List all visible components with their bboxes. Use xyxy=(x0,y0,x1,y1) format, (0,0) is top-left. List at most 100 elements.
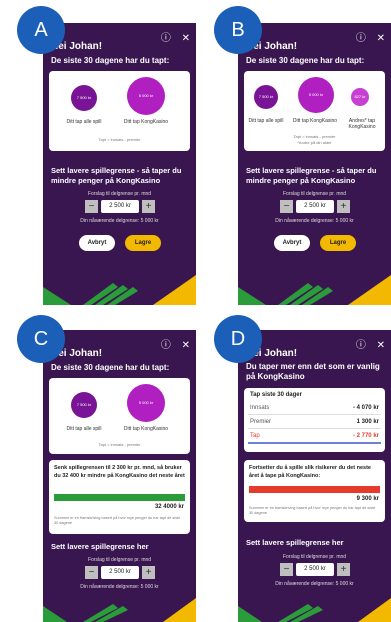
set-lower-here: Sett lavere spillegrense her xyxy=(246,538,344,547)
current-limit: Din nåværende delgrense: 5 000 kr xyxy=(80,218,159,224)
minus-button[interactable]: − xyxy=(280,563,293,576)
set-lower-heading: Sett lavere spillegrense - så taper du m… xyxy=(246,166,377,185)
decorative-stripes xyxy=(238,598,391,622)
suggestion-label: Forslag til delgrense pr. mnd xyxy=(87,191,152,197)
row-value: - 4 070 kr xyxy=(352,405,379,411)
row-value: - 2 770 kr xyxy=(352,433,379,439)
limit-stepper: − 2 500 kr + xyxy=(85,566,155,579)
decorative-stripes xyxy=(43,275,196,305)
loss-card: 7 500 kr 5 000 kr Ditt tap alle spill Di… xyxy=(49,71,190,151)
loss-kong-circle: 5 000 kr xyxy=(298,77,334,113)
loss-title: De siste 30 dagene har du tapt: xyxy=(246,56,365,65)
loss-all-label: Ditt tap alle spill xyxy=(66,119,102,125)
info-icon[interactable]: ⓘ xyxy=(356,340,366,351)
others-note: *Andre på din alder xyxy=(297,140,332,145)
close-icon[interactable]: ✕ xyxy=(182,340,190,351)
label-c-badge: C xyxy=(17,315,65,363)
table-row: Innsats - 4 070 kr xyxy=(248,402,381,415)
info-icon[interactable]: ⓘ xyxy=(161,33,171,44)
minus-button[interactable]: − xyxy=(85,200,98,213)
loss-all-label: Ditt tap alle spill xyxy=(66,426,102,432)
loss-kong-label: Ditt tap KongKasino xyxy=(123,119,169,125)
panel-a-top-icons: ⓘ ✕ xyxy=(153,29,190,44)
loss-definition: Tapt = innsats - premier xyxy=(98,137,141,142)
projection-card: Senk spillegrensen til 2 300 kr pr. mnd,… xyxy=(49,460,190,534)
panel-c: ⓘ ✕ Hei Johan! De siste 30 dagene har du… xyxy=(43,330,196,622)
save-button[interactable]: Lagre xyxy=(125,235,161,251)
limit-stepper: − 2 500 kr + xyxy=(85,200,155,213)
above-normal-heading: Du taper mer enn det som er vanlig på Ko… xyxy=(246,362,380,381)
loss-all-label: Ditt tap alle spill xyxy=(248,118,284,124)
risk-bar-fill xyxy=(249,486,380,493)
limit-value[interactable]: 2 500 kr xyxy=(101,566,139,579)
panel-a: ⓘ ✕ Hei Johan! De siste 30 dagene har du… xyxy=(43,23,196,305)
table-row: Tap - 2 770 kr xyxy=(248,430,381,444)
risk-amount: 9 300 kr xyxy=(356,496,379,502)
panel-d: ⓘ ✕ Hei Johan! Du taper mer enn det som … xyxy=(238,330,391,622)
loss-others-circle: 827 kr xyxy=(351,88,369,106)
close-icon[interactable]: ✕ xyxy=(377,33,385,44)
plus-button[interactable]: + xyxy=(142,566,155,579)
limit-value[interactable]: 2 500 kr xyxy=(101,200,139,213)
close-icon[interactable]: ✕ xyxy=(182,33,190,44)
loss-all-circle: 7 500 kr xyxy=(254,85,278,109)
suggestion-label: Forslag til delgrense pr. mnd xyxy=(87,557,152,563)
loss-definition: Tapt = innsats - premier xyxy=(98,442,141,447)
minus-button[interactable]: − xyxy=(280,200,293,213)
label-d-badge: D xyxy=(214,315,262,363)
row-label: Innsats xyxy=(250,405,270,411)
risk-footnote: Summen er en framskriving basert på hvor… xyxy=(249,506,376,515)
loss-kong-circle: 5 000 kr xyxy=(127,384,165,422)
table-row: Premier 1 300 kr xyxy=(248,416,381,429)
suggestion-label: Forslag til delgrense pr. mnd xyxy=(282,554,347,560)
projection-message: Senk spillegrensen til 2 300 kr pr. mnd,… xyxy=(54,465,185,479)
limit-value[interactable]: 2 500 kr xyxy=(296,200,334,213)
loss-kong-circle: 5 000 kr xyxy=(127,77,165,115)
limit-stepper: − 2 500 kr + xyxy=(280,200,350,213)
panel-c-top-icons: ⓘ ✕ xyxy=(153,336,190,351)
cancel-button[interactable]: Avbryt xyxy=(79,235,115,251)
risk-card: Fortsetter du å spille slik risikerer du… xyxy=(244,460,385,522)
risk-message: Fortsetter du å spille slik risikerer du… xyxy=(249,465,371,479)
plus-button[interactable]: + xyxy=(337,563,350,576)
loss-all-circle: 7 500 kr xyxy=(71,85,97,111)
plus-button[interactable]: + xyxy=(142,200,155,213)
set-lower-here: Sett lavere spillegrense her xyxy=(51,542,149,551)
panel-b: ⓘ ✕ Hei Johan! De siste 30 dagene har du… xyxy=(238,23,391,305)
suggestion-label: Forslag til delgrense pr. mnd xyxy=(282,191,347,197)
info-icon[interactable]: ⓘ xyxy=(161,340,171,351)
loss-kong-label: Ditt tap KongKasino xyxy=(123,426,169,432)
projection-bar-track xyxy=(54,494,185,501)
current-limit: Din nåværende delgrense: 5 000 kr xyxy=(275,218,354,224)
loss-title: De siste 30 dagene har du tapt: xyxy=(51,56,170,65)
plus-button[interactable]: + xyxy=(337,200,350,213)
loss-others-label: Andres* tap KongKasino xyxy=(348,118,376,130)
row-label: Premier xyxy=(250,419,272,425)
projection-bar-fill xyxy=(54,494,185,501)
loss-card: 7 500 kr 5 000 kr 827 kr Ditt tap alle s… xyxy=(244,71,385,151)
decorative-stripes xyxy=(43,598,196,622)
panel-d-top-icons: ⓘ ✕ xyxy=(348,336,385,351)
row-value: 1 300 kr xyxy=(356,419,379,425)
save-button[interactable]: Lagre xyxy=(320,235,356,251)
risk-bar-track xyxy=(249,486,380,493)
loss-all-circle: 7 500 kr xyxy=(71,392,97,418)
loss-title: De siste 30 dagene har du tapt: xyxy=(51,363,170,372)
limit-stepper: − 2 500 kr + xyxy=(280,563,350,576)
row-label: Tap xyxy=(250,433,260,439)
projection-amount: 32 4000 kr xyxy=(154,504,184,510)
set-lower-heading: Sett lavere spillegrense - så taper du m… xyxy=(51,166,182,185)
minus-button[interactable]: − xyxy=(85,566,98,579)
loss-kong-label: Ditt tap KongKasino xyxy=(292,118,338,124)
loss-card: 7 500 kr 5 000 kr Ditt tap alle spill Di… xyxy=(49,378,190,454)
info-icon[interactable]: ⓘ xyxy=(356,33,366,44)
projection-footnote: Summen er en framskriving basert på hvor… xyxy=(54,516,181,525)
limit-value[interactable]: 2 500 kr xyxy=(296,563,334,576)
panel-b-top-icons: ⓘ ✕ xyxy=(348,29,385,44)
loss-definition: Tapt = innsats - premier xyxy=(293,134,336,139)
cancel-button[interactable]: Avbryt xyxy=(274,235,310,251)
loss-table-card: Tap siste 30 dager Innsats - 4 070 kr Pr… xyxy=(244,388,385,452)
decorative-stripes xyxy=(238,275,391,305)
label-b-badge: B xyxy=(214,6,262,54)
close-icon[interactable]: ✕ xyxy=(377,340,385,351)
